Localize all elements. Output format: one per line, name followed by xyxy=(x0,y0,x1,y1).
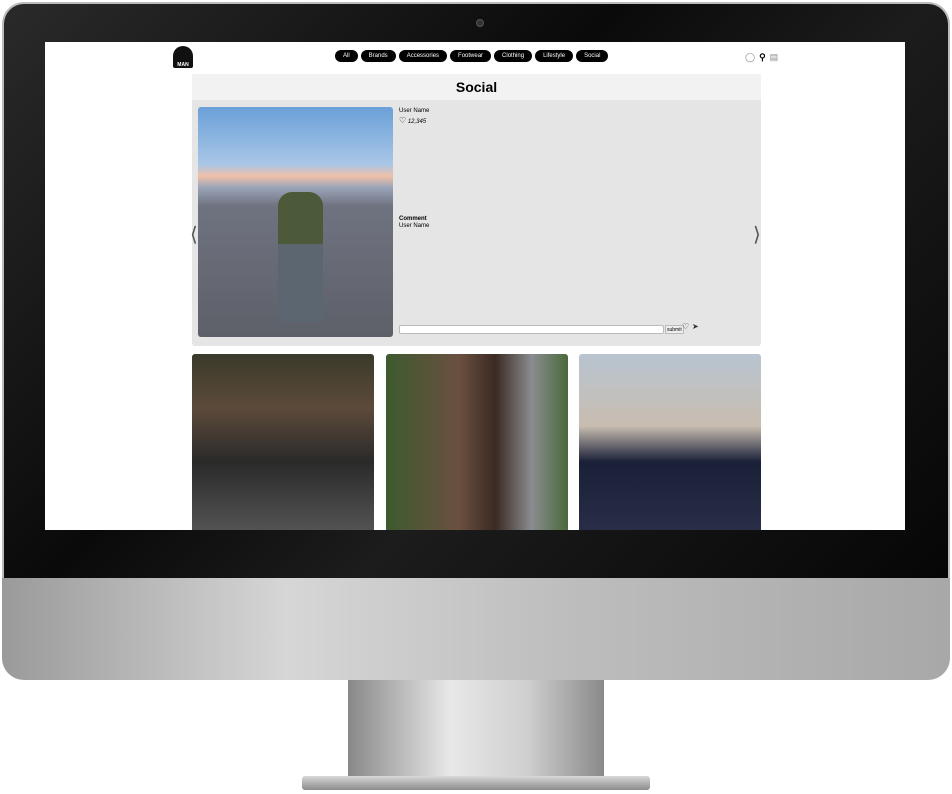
nav-lifestyle[interactable]: Lifestyle xyxy=(535,50,574,62)
send-icon[interactable]: ➤ xyxy=(692,322,699,331)
person-figure xyxy=(278,192,323,322)
nav-all[interactable]: All xyxy=(335,50,358,62)
submit-button[interactable]: submit xyxy=(665,325,684,334)
social-card-3[interactable] xyxy=(579,354,761,530)
social-card-2[interactable] xyxy=(386,354,568,530)
nav-brands[interactable]: Brands xyxy=(360,50,396,62)
comment-input[interactable] xyxy=(399,325,664,334)
screen: MAN All Brands Accessories Footwear Clot… xyxy=(45,42,905,530)
nav-accessories[interactable]: Accessories xyxy=(398,50,448,62)
category-nav: All Brands Accessories Footwear Clothing… xyxy=(335,50,609,62)
user-icon[interactable]: ◯ xyxy=(745,52,755,63)
heart-icon[interactable]: ♡ xyxy=(399,116,406,125)
camera xyxy=(476,19,484,27)
social-card-1[interactable] xyxy=(192,354,374,530)
post-panel: User Name ♡ 12,345 Comment User Name sub… xyxy=(192,100,761,346)
comment-heading: Comment xyxy=(399,216,427,222)
monitor-base xyxy=(302,776,650,790)
monitor-chin xyxy=(2,578,950,680)
nav-social[interactable]: Social xyxy=(576,50,609,62)
monitor-stand xyxy=(348,680,604,778)
like-count: 12,345 xyxy=(407,119,427,125)
nav-footwear[interactable]: Footwear xyxy=(450,50,492,62)
post-user-name[interactable]: User Name xyxy=(399,108,429,114)
page-title: Social xyxy=(192,74,761,100)
site-logo[interactable]: MAN xyxy=(173,46,193,68)
post-image xyxy=(198,107,393,337)
cart-icon[interactable]: ▤ xyxy=(770,52,779,63)
comment-user-name: User Name xyxy=(399,223,430,229)
next-arrow-icon[interactable]: ⟩ xyxy=(753,222,761,247)
post-likes[interactable]: ♡ 12,345 xyxy=(399,116,426,125)
logo-text: MAN xyxy=(177,62,189,68)
search-icon[interactable]: ⚲ xyxy=(759,52,766,63)
prev-arrow-icon[interactable]: ⟨ xyxy=(190,222,198,247)
heart-icon[interactable]: ♡ xyxy=(682,322,689,331)
nav-clothing[interactable]: Clothing xyxy=(494,50,533,62)
